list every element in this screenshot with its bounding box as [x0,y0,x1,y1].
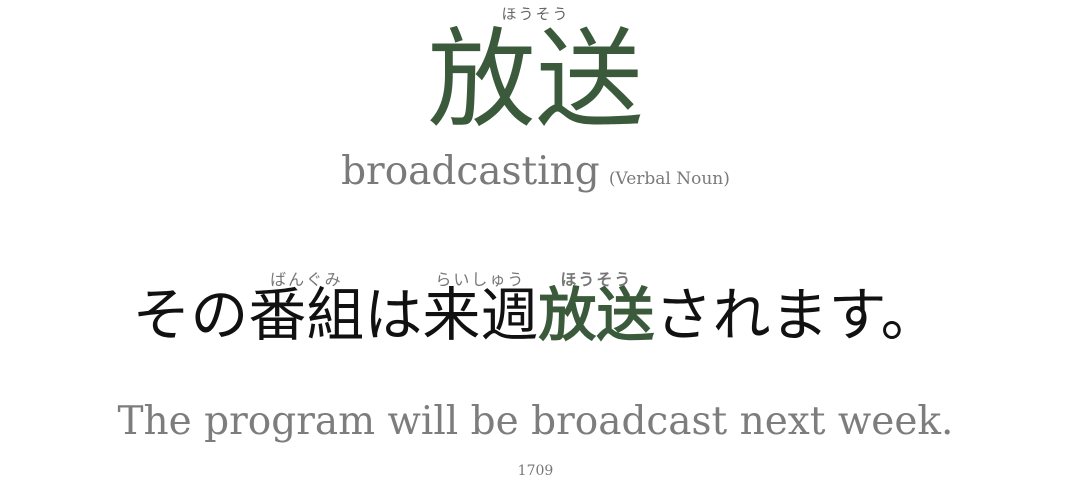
sentence-translation: The program will be broadcast next week. [117,399,954,444]
sentence-target-word: ほうそう 放送 [538,270,654,360]
segment-text: その [132,281,249,349]
sentence-segment: その [132,270,248,360]
segment-reading: ほうそう [560,270,633,289]
example-sentence: その ばんぐみ 番組 は らいしゅう 来週 ほうそう 放送 されます。 [0,270,1071,360]
sentence-segment: は [364,270,422,360]
segment-text: されます。 [654,281,939,349]
segment-text: は [364,281,423,349]
word-kanji: 放送 [427,18,644,143]
sentence-segment: らいしゅう 来週 [422,270,538,360]
segment-reading: らいしゅう [435,270,526,289]
sentence-segment: ばんぐみ 番組 [248,270,364,360]
meaning-line: broadcasting (Verbal Noun) [0,150,1071,201]
word-meaning: broadcasting [341,149,600,194]
segment-reading: ばんぐみ [270,270,343,289]
card-number: 1709 [517,463,554,479]
sentence-segment: されます。 [654,270,938,360]
part-of-speech: (Verbal Noun) [608,169,730,189]
